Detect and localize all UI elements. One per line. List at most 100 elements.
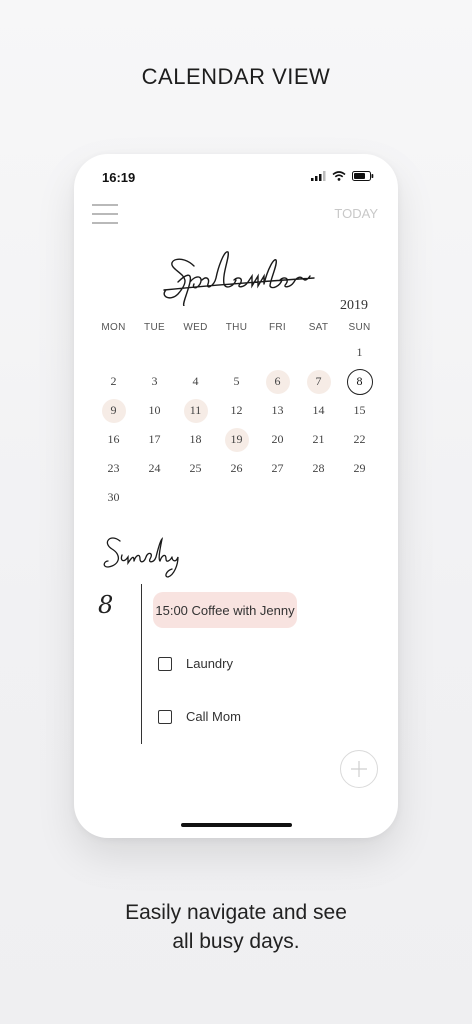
plus-icon <box>351 761 367 777</box>
weekday-label: TUE <box>144 322 165 333</box>
calendar-cell <box>298 483 339 512</box>
task-item[interactable]: Call Mom <box>158 709 241 724</box>
calendar-cell: 22 <box>339 425 380 454</box>
calendar-cell <box>216 338 257 367</box>
agenda-date: 8 <box>98 591 114 619</box>
calendar-day[interactable]: 19 <box>224 427 249 452</box>
calendar-day[interactable]: 17 <box>143 428 167 452</box>
calendar-cell <box>134 338 175 367</box>
calendar-cell <box>257 483 298 512</box>
month-title <box>163 251 315 306</box>
calendar-day[interactable]: 30 <box>102 486 126 510</box>
status-icons <box>311 171 374 181</box>
calendar-week-row: 1 <box>93 338 380 367</box>
calendar-cell: 26 <box>216 454 257 483</box>
caption-line: all busy days. <box>172 930 300 953</box>
menu-button[interactable] <box>92 202 120 226</box>
calendar-day[interactable]: 2 <box>102 370 126 394</box>
calendar-cell <box>175 338 216 367</box>
calendar-day[interactable]: 6 <box>265 369 290 394</box>
year-label: 2019 <box>340 298 368 313</box>
weekday-label: THU <box>225 322 248 333</box>
calendar-day[interactable]: 11 <box>183 398 208 423</box>
task-label: Call Mom <box>186 709 241 724</box>
calendar-day[interactable]: 13 <box>266 399 290 423</box>
calendar-day[interactable]: 25 <box>184 457 208 481</box>
calendar-cell <box>134 483 175 512</box>
calendar-cell <box>216 483 257 512</box>
battery-icon <box>352 171 374 181</box>
calendar-cell: 1 <box>339 338 380 367</box>
calendar-cell: 30 <box>93 483 134 512</box>
calendar-day[interactable]: 12 <box>225 399 249 423</box>
calendar-day[interactable]: 20 <box>266 428 290 452</box>
task-checkbox[interactable] <box>158 656 172 671</box>
calendar-day[interactable]: 18 <box>184 428 208 452</box>
calendar-day[interactable]: 29 <box>348 457 372 481</box>
calendar-cell: 5 <box>216 367 257 396</box>
calendar-cell: 28 <box>298 454 339 483</box>
calendar-cell <box>257 338 298 367</box>
task-item[interactable]: Laundry <box>158 656 233 671</box>
calendar-cell: 8 <box>339 367 380 396</box>
calendar-cell: 4 <box>175 367 216 396</box>
calendar-day[interactable]: 15 <box>348 399 372 423</box>
calendar-cell: 24 <box>134 454 175 483</box>
calendar-cell: 7 <box>298 367 339 396</box>
calendar-cell: 11 <box>175 396 216 425</box>
calendar-cell <box>298 338 339 367</box>
calendar-cell: 10 <box>134 396 175 425</box>
calendar-grid: 1 2 3 4 5 6 7 8 9 10 11 12 13 14 15 16 17 18 19 20 21 22 23 24 2… <box>93 338 380 512</box>
calendar-cell: 18 <box>175 425 216 454</box>
page-heading: CALENDAR VIEW <box>141 64 331 89</box>
caption-line: Easily navigate and see <box>125 901 347 924</box>
calendar-cell: 9 <box>93 396 134 425</box>
event-card[interactable]: 15:00 Coffee with Jenny <box>153 592 297 628</box>
today-button[interactable]: TODAY <box>334 206 378 221</box>
calendar-day[interactable]: 5 <box>225 370 249 394</box>
calendar-day[interactable]: 7 <box>306 369 331 394</box>
calendar-cell <box>93 338 134 367</box>
task-label: Laundry <box>186 656 233 671</box>
agenda-weekday <box>103 537 179 578</box>
menu-icon-line <box>92 222 118 224</box>
signal-icon <box>311 171 326 181</box>
calendar-cell: 19 <box>216 425 257 454</box>
calendar-week-row: 30 <box>93 483 380 512</box>
home-indicator <box>181 823 292 827</box>
calendar-day[interactable]: 21 <box>307 428 331 452</box>
timeline-line <box>141 584 143 744</box>
calendar-day[interactable]: 8 <box>346 368 373 395</box>
weekday-label: MON <box>101 322 126 333</box>
add-button[interactable] <box>340 750 378 788</box>
calendar-day[interactable]: 23 <box>102 457 126 481</box>
calendar-day[interactable]: 14 <box>307 399 331 423</box>
calendar-day[interactable]: 3 <box>143 370 167 394</box>
calendar-cell: 16 <box>93 425 134 454</box>
weekday-label: SAT <box>308 322 329 333</box>
calendar-cell <box>175 483 216 512</box>
calendar-day[interactable]: 24 <box>143 457 167 481</box>
calendar-week-row: 16 17 18 19 20 21 22 <box>93 425 380 454</box>
calendar-day[interactable]: 9 <box>101 398 126 423</box>
calendar-day[interactable]: 10 <box>143 399 167 423</box>
menu-icon-line <box>92 204 118 206</box>
calendar-day[interactable]: 27 <box>266 457 290 481</box>
calendar-day[interactable]: 1 <box>348 341 372 365</box>
status-time: 16:19 <box>102 170 136 185</box>
calendar-cell <box>339 483 380 512</box>
calendar-cell: 25 <box>175 454 216 483</box>
weekday-label: WED <box>183 322 208 333</box>
calendar-week-row: 23 24 25 26 27 28 29 <box>93 454 380 483</box>
calendar-day[interactable]: 28 <box>307 457 331 481</box>
calendar-day[interactable]: 4 <box>184 370 208 394</box>
task-checkbox[interactable] <box>158 709 172 724</box>
calendar-day[interactable]: 26 <box>225 457 249 481</box>
calendar-day[interactable]: 22 <box>348 428 372 452</box>
calendar-week-row: 9 10 11 12 13 14 15 <box>93 396 380 425</box>
caption: Easily navigate and see all busy days. <box>0 898 472 956</box>
calendar-cell: 15 <box>339 396 380 425</box>
calendar-cell: 2 <box>93 367 134 396</box>
wifi-icon <box>332 171 346 181</box>
calendar-day[interactable]: 16 <box>102 428 126 452</box>
